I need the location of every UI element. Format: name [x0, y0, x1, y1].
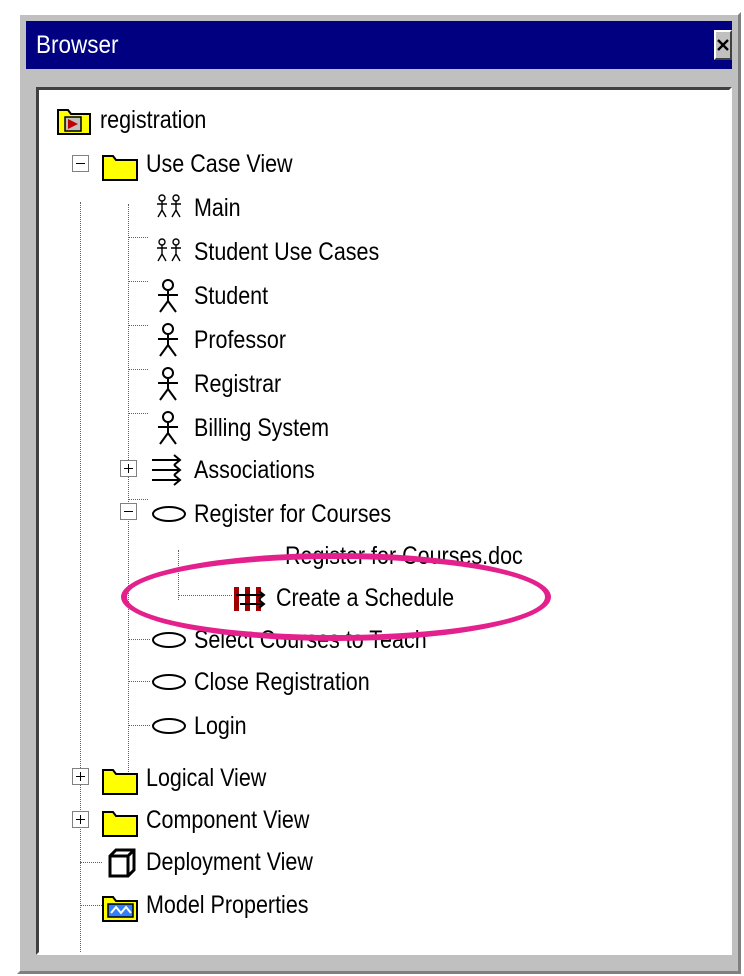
tree-line	[178, 550, 179, 600]
browser-tree[interactable]: registration Use Case View Main Student …	[36, 87, 732, 955]
tree-node-label: Register for Courses.doc	[285, 542, 523, 570]
tree-node-label: registration	[100, 106, 207, 134]
tree-node-label: Student	[194, 282, 269, 310]
actor-icon	[148, 364, 188, 404]
tree-node-label: Registrar	[194, 370, 282, 398]
collapse-toggle[interactable]	[72, 155, 89, 172]
tree-node-label: Professor	[194, 326, 287, 354]
close-button[interactable]	[714, 30, 732, 60]
expand-toggle[interactable]	[72, 768, 89, 785]
tree-node-label: Register for Courses	[194, 500, 392, 528]
tree-line	[128, 413, 148, 414]
model-properties-icon	[100, 885, 140, 925]
tree-node-label: Create a Schedule	[276, 584, 455, 612]
tree-node-label: Model Properties	[146, 891, 309, 919]
tree-line	[128, 681, 150, 682]
tree-line	[178, 595, 232, 596]
model-root-icon	[54, 100, 94, 140]
tree-node-label: Login	[194, 712, 247, 740]
tree-node-label: Student Use Cases	[194, 238, 380, 266]
collapse-toggle[interactable]	[120, 503, 137, 520]
use-case-diagram-icon	[148, 232, 188, 272]
tree-line	[128, 369, 148, 370]
tree-line	[128, 639, 150, 640]
use-case-icon	[148, 494, 188, 534]
use-case-icon	[148, 620, 188, 660]
tree-node-label: Component View	[146, 806, 310, 834]
node-cube-icon	[100, 842, 140, 882]
tree-line	[128, 237, 148, 238]
actor-icon	[148, 320, 188, 360]
use-case-icon	[148, 662, 188, 702]
tree-line	[128, 281, 148, 282]
tree-line	[80, 202, 81, 952]
folder-icon	[100, 144, 140, 184]
tree-node-label: Use Case View	[146, 150, 293, 178]
tree-line	[80, 905, 102, 906]
use-case-icon	[148, 706, 188, 746]
tree-line	[128, 325, 148, 326]
associations-icon	[148, 450, 188, 490]
tree-node-label: Close Registration	[194, 668, 370, 696]
window-title: Browser	[36, 31, 119, 59]
tree-line	[128, 499, 148, 500]
tree-line	[128, 725, 150, 726]
tree-node-label: Associations	[194, 456, 315, 484]
browser-window: Browser registration Use Case View Main …	[17, 12, 741, 974]
document-icon	[239, 536, 279, 576]
tree-node-label: Main	[194, 194, 241, 222]
actor-icon	[148, 276, 188, 316]
sequence-diagram-icon	[230, 578, 270, 618]
use-case-diagram-icon	[148, 188, 188, 228]
tree-node-label: Billing System	[194, 414, 330, 442]
folder-icon	[100, 758, 140, 798]
title-bar[interactable]: Browser	[26, 21, 732, 69]
folder-icon	[100, 800, 140, 840]
tree-node-label: Logical View	[146, 764, 267, 792]
tree-node-label: Deployment View	[146, 848, 313, 876]
expand-toggle[interactable]	[72, 811, 89, 828]
actor-icon	[148, 408, 188, 448]
expand-toggle[interactable]	[120, 460, 137, 477]
tree-node-label: Select Courses to Teach	[194, 626, 427, 654]
tree-line	[128, 204, 129, 772]
tree-line	[80, 862, 102, 863]
